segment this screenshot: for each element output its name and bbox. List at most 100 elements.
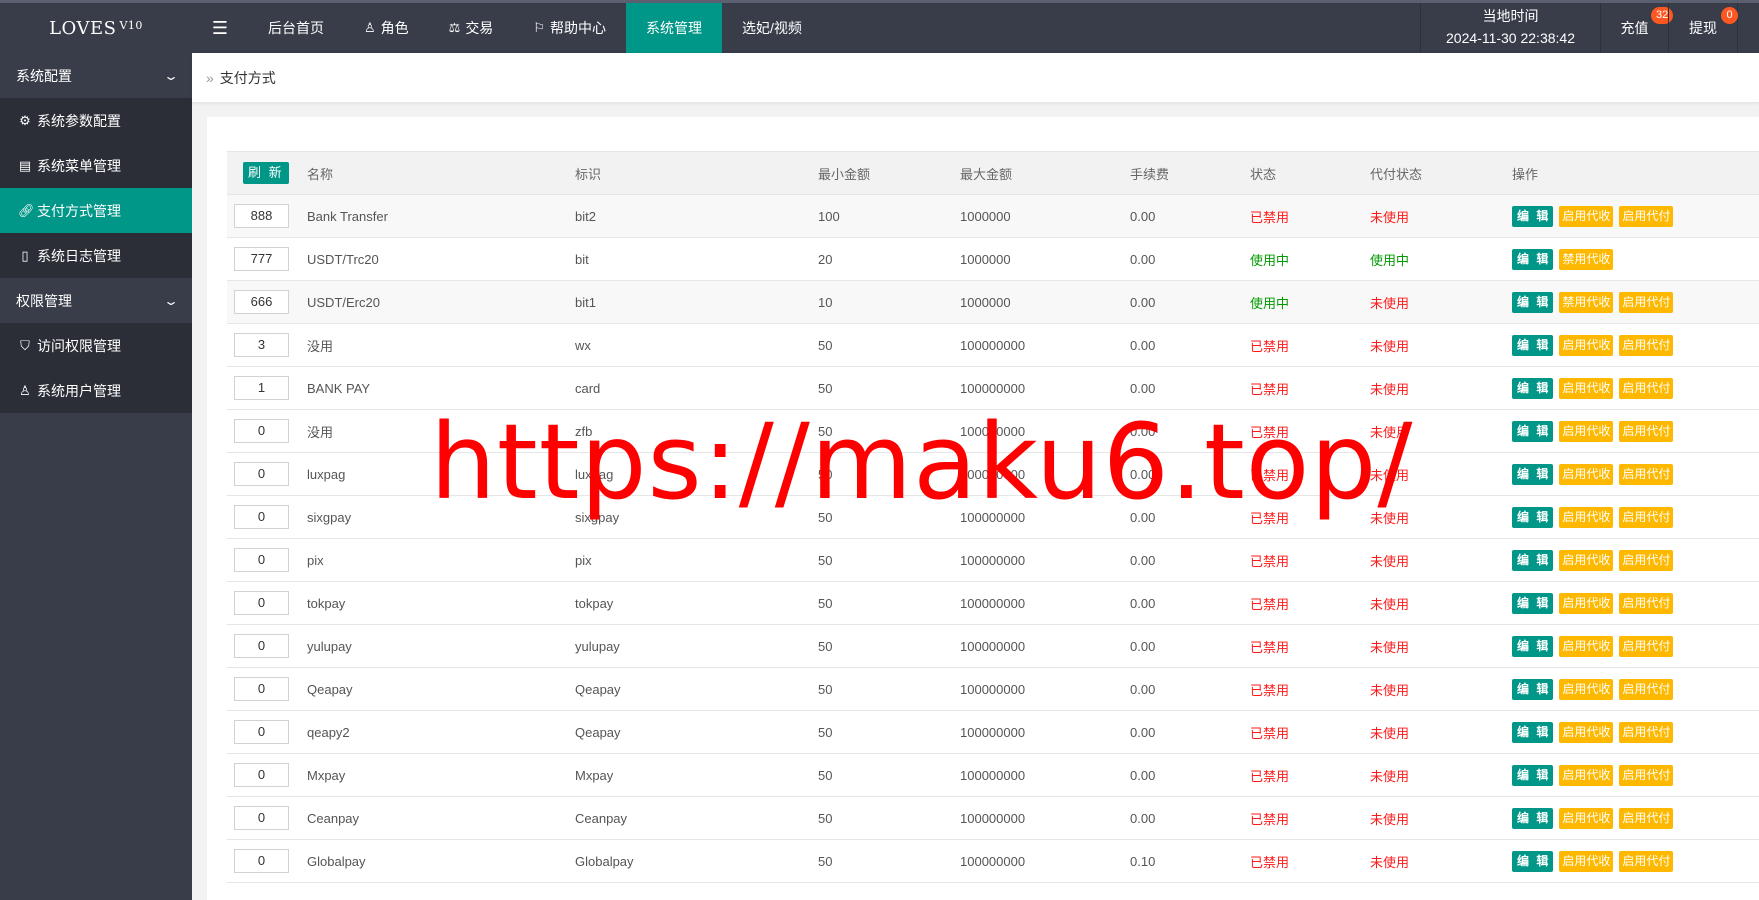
fee-cell: 0.00 — [1130, 409, 1250, 453]
col-actions: 操作 — [1512, 151, 1759, 195]
edit-button[interactable]: 编 辑 — [1512, 807, 1554, 829]
recharge-button[interactable]: 充值 32 — [1600, 3, 1674, 53]
enable-payout-button[interactable]: 启用代付 — [1619, 291, 1674, 313]
min-amount-cell: 50 — [818, 753, 960, 797]
actions-cell: 编 辑启用代收 启用代付 — [1512, 624, 1759, 668]
toggle-collect-button[interactable]: 启用代收 — [1559, 377, 1614, 399]
sort-input[interactable]: 0 — [234, 634, 289, 658]
sort-input[interactable]: 0 — [234, 462, 289, 486]
enable-payout-button[interactable]: 启用代付 — [1619, 721, 1674, 743]
clock-value: 2024-11-30 22:38:42 — [1446, 30, 1575, 46]
refresh-button[interactable]: 刷 新 — [243, 162, 289, 184]
sidebar-item-menus[interactable]: ▤ 系统菜单管理 — [0, 143, 192, 188]
nav-item-system[interactable]: 系统管理 — [625, 3, 722, 53]
sidebar-item-users[interactable]: ♙ 系统用户管理 — [0, 368, 192, 413]
sort-input[interactable]: 0 — [234, 548, 289, 572]
toggle-collect-button[interactable]: 启用代收 — [1559, 205, 1614, 227]
app-logo[interactable]: LOVES V10 — [0, 3, 192, 53]
toggle-collect-button[interactable]: 启用代收 — [1559, 506, 1614, 528]
toggle-collect-button[interactable]: 启用代收 — [1559, 463, 1614, 485]
payout-status-cell: 未使用 — [1370, 452, 1512, 496]
toggle-collect-button[interactable]: 启用代收 — [1559, 334, 1614, 356]
toggle-collect-button[interactable]: 启用代收 — [1559, 420, 1614, 442]
edit-button[interactable]: 编 辑 — [1512, 506, 1554, 528]
fee-cell: 0.00 — [1130, 452, 1250, 496]
sort-input[interactable]: 888 — [234, 204, 289, 228]
toggle-collect-button[interactable]: 启用代收 — [1559, 635, 1614, 657]
toggle-collect-button[interactable]: 禁用代收 — [1559, 248, 1614, 270]
sort-input[interactable]: 1 — [234, 376, 289, 400]
enable-payout-button[interactable]: 启用代付 — [1619, 764, 1674, 786]
toggle-collect-button[interactable]: 启用代收 — [1559, 678, 1614, 700]
toggle-collect-button[interactable]: 启用代收 — [1559, 549, 1614, 571]
sidebar-item-logs[interactable]: ▯ 系统日志管理 — [0, 233, 192, 278]
sort-input[interactable]: 0 — [234, 720, 289, 744]
edit-button[interactable]: 编 辑 — [1512, 764, 1554, 786]
edit-button[interactable]: 编 辑 — [1512, 549, 1554, 571]
edit-button[interactable]: 编 辑 — [1512, 248, 1554, 270]
sidebar-item-access[interactable]: ⛉ 访问权限管理 — [0, 323, 192, 368]
edit-button[interactable]: 编 辑 — [1512, 420, 1554, 442]
sort-input[interactable]: 777 — [234, 247, 289, 271]
actions-cell: 编 辑启用代收 启用代付 — [1512, 452, 1759, 496]
payout-status-cell: 未使用 — [1370, 667, 1512, 711]
nav-item-home[interactable]: 后台首页 — [248, 3, 344, 53]
nav-item-video[interactable]: 选妃/视频 — [722, 3, 822, 53]
enable-payout-button[interactable]: 启用代付 — [1619, 463, 1674, 485]
sort-input[interactable]: 666 — [234, 290, 289, 314]
sort-input[interactable]: 0 — [234, 763, 289, 787]
enable-payout-button[interactable]: 启用代付 — [1619, 807, 1674, 829]
sort-input[interactable]: 0 — [234, 677, 289, 701]
withdraw-button[interactable]: 提现 0 — [1668, 3, 1738, 53]
sort-input[interactable]: 0 — [234, 591, 289, 615]
sidebar-item-payment[interactable]: 🔗︎ 支付方式管理 — [0, 188, 192, 233]
local-time: 当地时间 2024-11-30 22:38:42 — [1420, 3, 1600, 53]
sort-input[interactable]: 3 — [234, 333, 289, 357]
enable-payout-button[interactable]: 启用代付 — [1619, 420, 1674, 442]
enable-payout-button[interactable]: 启用代付 — [1619, 592, 1674, 614]
sidebar-item-label: 支付方式管理 — [37, 202, 121, 219]
edit-button[interactable]: 编 辑 — [1512, 635, 1554, 657]
edit-button[interactable]: 编 辑 — [1512, 678, 1554, 700]
code-cell: Globalpay — [575, 839, 818, 883]
toggle-collect-button[interactable]: 启用代收 — [1559, 592, 1614, 614]
nav-item-trade[interactable]: ⚖ 交易 — [429, 3, 514, 53]
sidebar-item-params[interactable]: ⚙ 系统参数配置 — [0, 98, 192, 143]
name-cell: USDT/Erc20 — [307, 280, 575, 324]
fee-cell: 0.00 — [1130, 624, 1250, 668]
sort-input[interactable]: 0 — [234, 806, 289, 830]
enable-payout-button[interactable]: 启用代付 — [1619, 549, 1674, 571]
enable-payout-button[interactable]: 启用代付 — [1619, 850, 1674, 872]
nav-item-roles[interactable]: ♙ 角色 — [344, 3, 429, 53]
toggle-collect-button[interactable]: 禁用代收 — [1559, 291, 1614, 313]
toggle-collect-button[interactable]: 启用代收 — [1559, 764, 1614, 786]
nav-item-help[interactable]: ⚐ 帮助中心 — [513, 3, 626, 53]
window-icon: ▤ — [18, 157, 32, 173]
edit-button[interactable]: 编 辑 — [1512, 291, 1554, 313]
edit-button[interactable]: 编 辑 — [1512, 850, 1554, 872]
edit-button[interactable]: 编 辑 — [1512, 334, 1554, 356]
enable-payout-button[interactable]: 启用代付 — [1619, 678, 1674, 700]
edit-button[interactable]: 编 辑 — [1512, 205, 1554, 227]
toggle-collect-button[interactable]: 启用代收 — [1559, 850, 1614, 872]
hamburger-icon[interactable]: ☰ — [192, 3, 248, 53]
table-row: 888 Bank Transfer bit2 100 1000000 0.00 已禁用 未使用… — [227, 194, 1759, 238]
enable-payout-button[interactable]: 启用代付 — [1619, 635, 1674, 657]
sidebar-group-config[interactable]: 系统配置 ⌄ — [0, 53, 192, 98]
sort-input[interactable]: 0 — [234, 505, 289, 529]
edit-button[interactable]: 编 辑 — [1512, 377, 1554, 399]
enable-payout-button[interactable]: 启用代付 — [1619, 205, 1674, 227]
sort-cell: 0 — [227, 538, 307, 582]
sidebar-group-permissions[interactable]: 权限管理 ⌄ — [0, 278, 192, 323]
enable-payout-button[interactable]: 启用代付 — [1619, 377, 1674, 399]
enable-payout-button[interactable]: 启用代付 — [1619, 506, 1674, 528]
edit-button[interactable]: 编 辑 — [1512, 592, 1554, 614]
sort-input[interactable]: 0 — [234, 419, 289, 443]
table-row: 666 USDT/Erc20 bit1 10 1000000 0.00 使用中 未使用编 辑禁… — [227, 280, 1759, 324]
edit-button[interactable]: 编 辑 — [1512, 721, 1554, 743]
sort-input[interactable]: 0 — [234, 849, 289, 873]
enable-payout-button[interactable]: 启用代付 — [1619, 334, 1674, 356]
toggle-collect-button[interactable]: 启用代收 — [1559, 807, 1614, 829]
edit-button[interactable]: 编 辑 — [1512, 463, 1554, 485]
toggle-collect-button[interactable]: 启用代收 — [1559, 721, 1614, 743]
